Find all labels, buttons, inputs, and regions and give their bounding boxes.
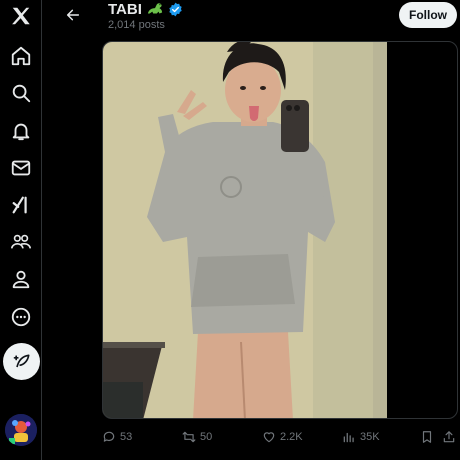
- communities-icon[interactable]: [0, 226, 42, 258]
- profile-name: TABI: [108, 0, 142, 18]
- reply-icon: [103, 431, 115, 442]
- follow-button[interactable]: Follow: [399, 2, 457, 28]
- heart-icon: [263, 432, 275, 443]
- post-media[interactable]: [102, 41, 458, 419]
- back-button[interactable]: [62, 4, 84, 26]
- profile-icon[interactable]: [0, 263, 42, 295]
- notifications-icon[interactable]: [0, 115, 42, 147]
- reply-button[interactable]: 53: [102, 426, 132, 448]
- like-count: 2.2K: [280, 431, 303, 443]
- search-icon[interactable]: [0, 77, 42, 109]
- compose-icon: [13, 354, 29, 367]
- repost-count: 50: [200, 431, 213, 443]
- post-actions: 53 50 2.2K 35K: [102, 426, 458, 448]
- messages-icon[interactable]: [0, 152, 42, 184]
- dinosaur-emoji-icon: [146, 1, 164, 17]
- bookmark-button[interactable]: [420, 426, 434, 448]
- bookmark-icon: [422, 431, 432, 443]
- verified-badge-icon: [168, 2, 183, 17]
- avatar[interactable]: [5, 414, 37, 446]
- left-nav: [0, 0, 42, 460]
- compose-button[interactable]: [3, 343, 40, 380]
- view-count: 35K: [360, 431, 380, 443]
- like-button[interactable]: 2.2K: [262, 426, 303, 448]
- arrow-left-icon: [66, 9, 80, 21]
- share-button[interactable]: [442, 426, 456, 448]
- more-icon[interactable]: [0, 301, 42, 333]
- x-logo-icon[interactable]: [0, 0, 42, 32]
- grok-icon[interactable]: [0, 189, 42, 221]
- home-icon[interactable]: [0, 40, 42, 72]
- profile-header: TABI: [108, 0, 183, 18]
- selfie-photo: [103, 42, 387, 418]
- repost-button[interactable]: 50: [182, 426, 212, 448]
- repost-icon: [182, 431, 196, 443]
- reply-count: 53: [120, 431, 133, 443]
- views-chart-icon: [343, 432, 354, 443]
- posts-count: 2,014 posts: [108, 19, 165, 31]
- views-button[interactable]: 35K: [342, 426, 380, 448]
- share-icon: [443, 431, 455, 443]
